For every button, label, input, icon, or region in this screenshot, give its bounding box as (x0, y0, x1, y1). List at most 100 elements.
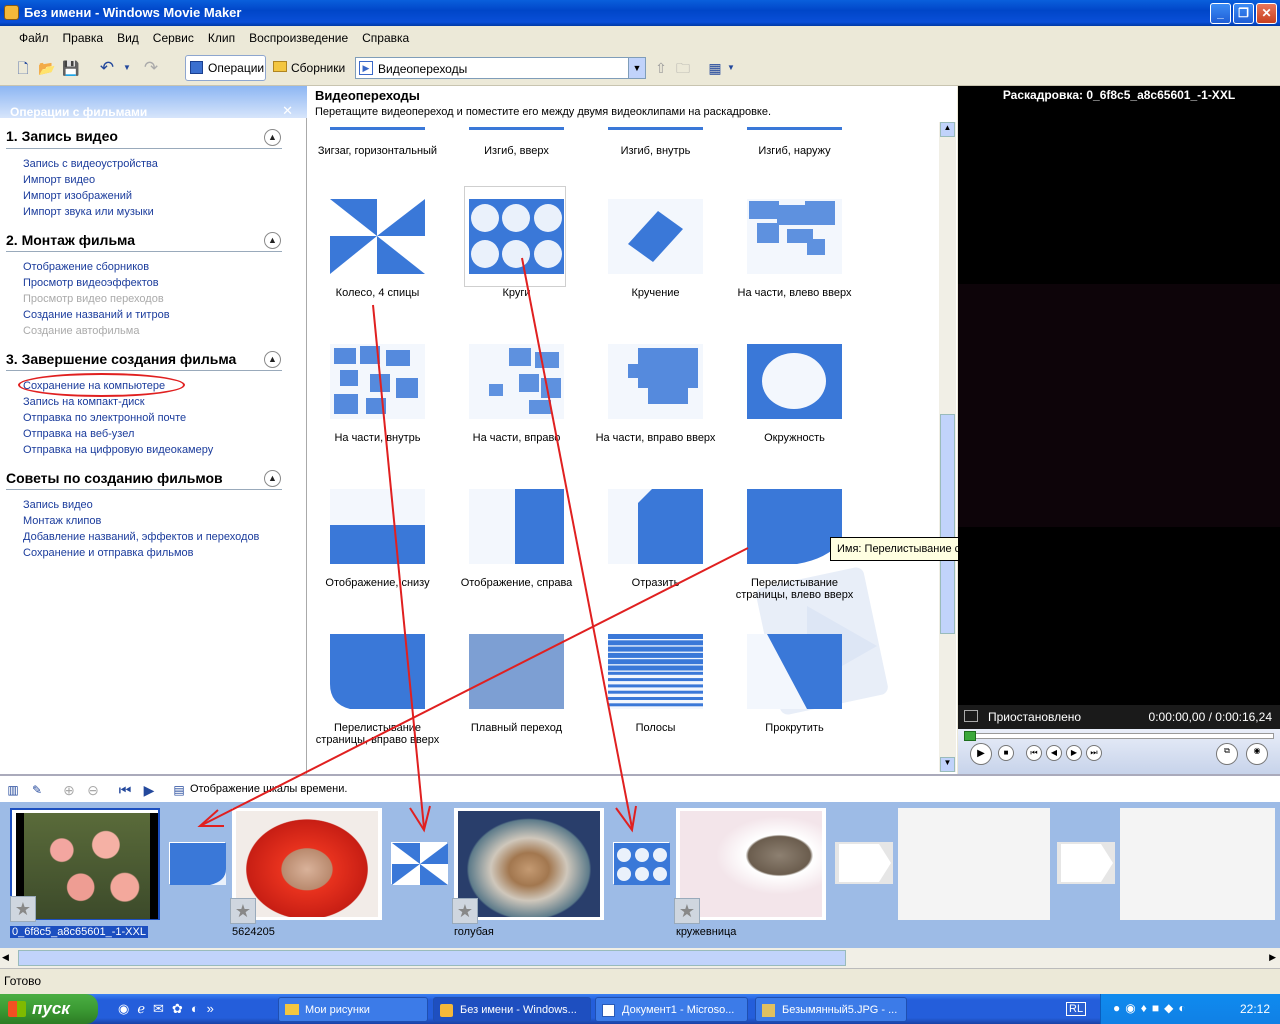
gallery-scrollbar[interactable]: ▲ ▼ (939, 122, 956, 772)
clip-label[interactable]: 5624205 (232, 926, 275, 938)
task-link[interactable]: Запись с видеоустройства (23, 158, 158, 170)
close-button[interactable]: ✕ (1256, 3, 1277, 24)
task-link[interactable]: Отправка по электронной почте (23, 412, 186, 424)
transition-tile[interactable] (747, 344, 842, 419)
transition-tile-clipped[interactable] (330, 122, 425, 130)
task-link[interactable]: Сохранение и отправка фильмов (23, 547, 194, 559)
undo-icon[interactable]: ↶ (98, 59, 116, 77)
taskbar-item[interactable]: Документ1 - Microso... (595, 997, 748, 1022)
task-link[interactable]: Создание автофильма (23, 325, 139, 337)
split-clip-icon[interactable]: ⧉ (1216, 743, 1238, 765)
transition-tile-clipped[interactable] (469, 122, 564, 130)
transition-tile-clipped[interactable] (747, 122, 842, 130)
redo-icon[interactable]: ↷ (142, 59, 160, 77)
open-project-icon[interactable]: 📂 (38, 59, 56, 77)
clip-effect-star-icon[interactable]: ★ (230, 898, 256, 924)
forward-icon[interactable]: ▶ (1066, 745, 1082, 761)
storyboard-transition[interactable] (169, 842, 226, 885)
storyboard-scrollbar[interactable]: ◀ ▶ (0, 948, 1280, 968)
taskbar-item[interactable]: Мои рисунки (278, 997, 428, 1022)
section-finish-title[interactable]: 3. Завершение создания фильма (6, 351, 236, 367)
collapse-section-icon[interactable]: ▲ (264, 470, 281, 487)
transition-tile[interactable] (608, 489, 703, 564)
menu-file[interactable]: Файл (12, 26, 56, 45)
zoom-out-icon[interactable]: ⊖ (84, 781, 102, 799)
transition-tile[interactable] (469, 344, 564, 419)
taskbar-item-active[interactable]: Без имени - Windows... (433, 997, 591, 1022)
clip-label[interactable]: 0_6f8c5_a8c65601_-1-XXL (10, 926, 148, 938)
empty-clip-slot[interactable] (898, 808, 1050, 920)
scrollbar-thumb[interactable] (18, 950, 846, 966)
transition-tile[interactable] (469, 199, 564, 274)
transition-tile[interactable] (608, 199, 703, 274)
rewind-icon[interactable]: ◀ (1046, 745, 1062, 761)
empty-transition-slot[interactable] (1057, 842, 1115, 884)
scroll-right-icon[interactable]: ▶ (1269, 952, 1276, 963)
minimize-button[interactable]: _ (1210, 3, 1231, 24)
menu-edit[interactable]: Правка (56, 26, 111, 45)
scrollbar-thumb[interactable] (940, 414, 955, 634)
next-frame-icon[interactable]: ⏭ (1086, 745, 1102, 761)
start-button[interactable]: пуск (0, 994, 98, 1024)
close-panel-icon[interactable]: ✕ (282, 103, 293, 119)
task-link[interactable]: Импорт звука или музыки (23, 206, 154, 218)
collapse-section-icon[interactable]: ▲ (264, 351, 281, 368)
language-indicator[interactable]: RL (1066, 1002, 1087, 1016)
collection-select[interactable]: ▶ Видеопереходы ▼ (355, 57, 646, 79)
task-link[interactable]: Создание названий и титров (23, 309, 170, 321)
task-link[interactable]: Запись на компакт-диск (23, 396, 145, 408)
seek-bar[interactable] (964, 733, 1274, 739)
maximize-button[interactable]: ❐ (1233, 3, 1254, 24)
transition-tile[interactable] (747, 634, 842, 709)
seek-handle[interactable] (964, 731, 976, 741)
task-link[interactable]: Запись видео (23, 499, 93, 511)
task-link-view-transitions[interactable]: Просмотр видео переходов (23, 293, 164, 305)
menu-playback[interactable]: Воспроизведение (242, 26, 355, 45)
chevron-down-icon[interactable]: ▼ (628, 58, 645, 78)
transition-tile[interactable] (330, 199, 425, 274)
collections-button[interactable]: Сборники (268, 55, 345, 81)
menu-help[interactable]: Справка (355, 26, 416, 45)
play-storyboard-icon[interactable]: ▶ (140, 781, 158, 799)
clip-effect-star-icon[interactable]: ★ (674, 898, 700, 924)
transition-tile[interactable] (330, 634, 425, 709)
show-timeline-link[interactable]: Отображение шкалы времени. (190, 783, 347, 795)
transition-tile[interactable] (608, 634, 703, 709)
stop-icon[interactable]: ■ (998, 745, 1014, 761)
task-link[interactable]: Просмотр видеоэффектов (23, 277, 159, 289)
storyboard-icon[interactable]: ▥ (4, 781, 22, 799)
task-link[interactable]: Отображение сборников (23, 261, 149, 273)
play-icon[interactable]: ▶ (970, 743, 992, 765)
menu-service[interactable]: Сервис (146, 26, 201, 45)
save-project-icon[interactable]: 💾 (62, 59, 80, 77)
operations-button[interactable]: Операции (185, 55, 266, 81)
menu-clip[interactable]: Клип (201, 26, 242, 45)
storyboard-clip[interactable]: ★ (230, 808, 382, 924)
clip-effect-star-icon[interactable]: ★ (452, 898, 478, 924)
clip-effect-star-icon[interactable]: ★ (10, 896, 36, 922)
new-project-icon[interactable]: 🗋 (14, 59, 32, 77)
task-link[interactable]: Монтаж клипов (23, 515, 101, 527)
task-link[interactable]: Импорт видео (23, 174, 95, 186)
snapshot-icon[interactable]: ◉ (1246, 743, 1268, 765)
storyboard-clip[interactable]: ★ (452, 808, 604, 924)
effects-icon[interactable]: ✎ (28, 781, 46, 799)
rewind-storyboard-icon[interactable]: ⏮ (116, 781, 134, 799)
collapse-section-icon[interactable]: ▲ (264, 232, 281, 249)
views-dropdown-icon[interactable]: ▼ (722, 59, 740, 77)
clip-label[interactable]: кружевница (676, 926, 736, 938)
transition-tile-clipped[interactable] (608, 122, 703, 130)
task-link[interactable]: Добавление названий, эффектов и переходо… (23, 531, 259, 543)
section-capture-title[interactable]: 1. Запись видео (6, 128, 118, 144)
task-link[interactable]: Отправка на цифровую видеокамеру (23, 444, 213, 456)
collapse-section-icon[interactable]: ▲ (264, 129, 281, 146)
previous-frame-icon[interactable]: ⏮ (1026, 745, 1042, 761)
storyboard-transition[interactable] (613, 842, 670, 885)
transition-tile[interactable] (747, 199, 842, 274)
task-link[interactable]: Импорт изображений (23, 190, 132, 202)
clip-label[interactable]: голубая (454, 926, 494, 938)
storyboard-transition[interactable] (391, 842, 448, 885)
section-edit-title[interactable]: 2. Монтаж фильма (6, 232, 135, 248)
empty-transition-slot[interactable] (835, 842, 893, 884)
transition-tile[interactable] (469, 489, 564, 564)
